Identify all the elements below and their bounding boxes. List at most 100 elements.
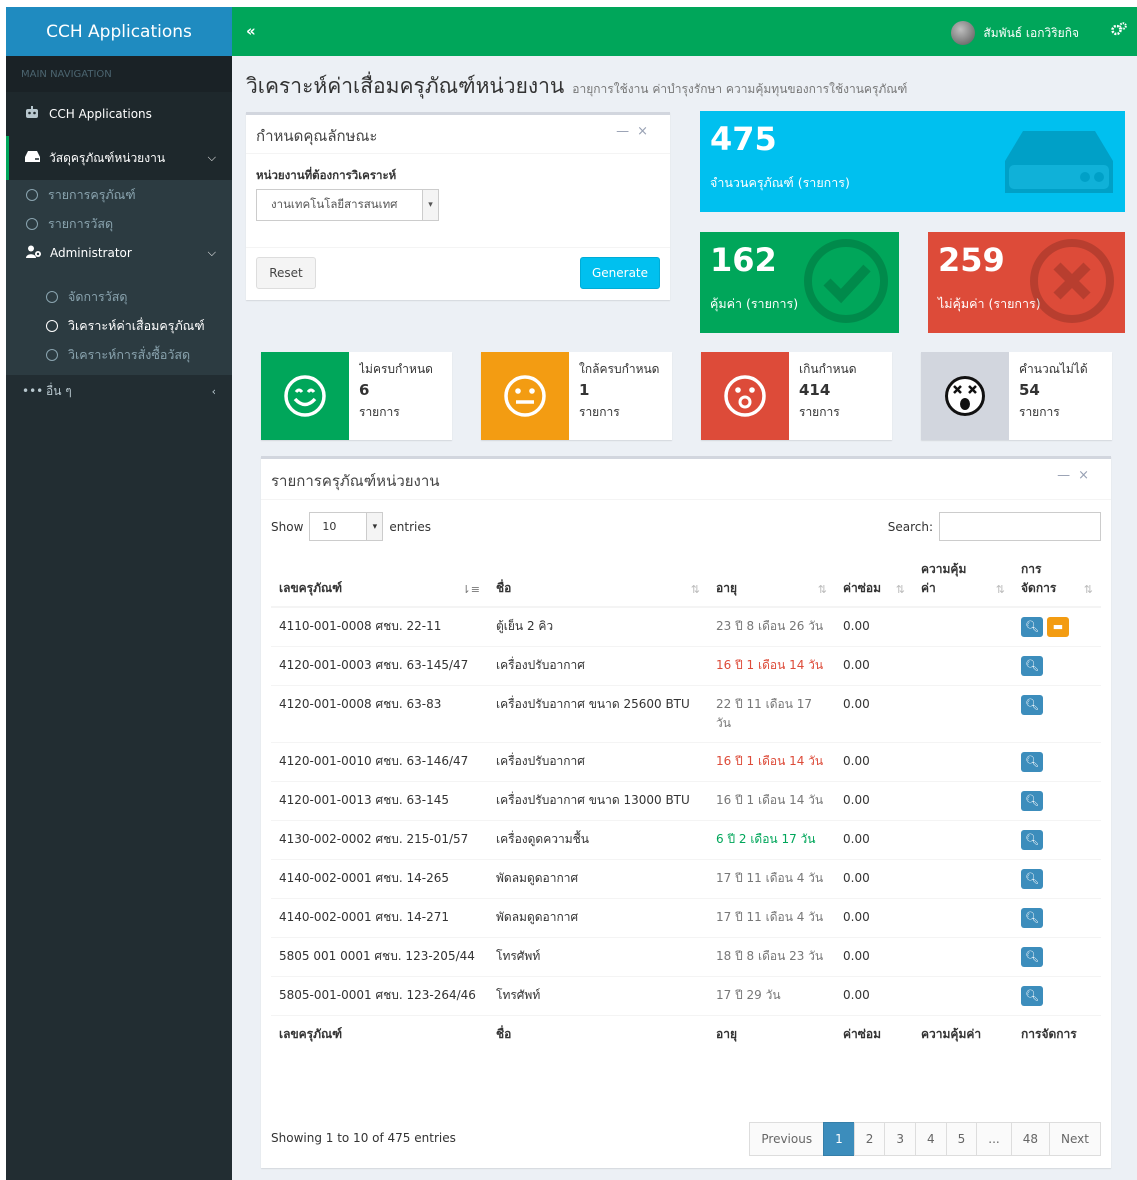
cell-name: เครื่องปรับอากาศ ขนาด 25600 BTU: [488, 685, 708, 743]
column-header-id[interactable]: เลขครุภัณฑ์ ⇂≡: [271, 551, 488, 608]
search-icon[interactable]: 🔍︎: [1021, 947, 1043, 967]
sidebar-toggle-icon[interactable]: «: [246, 22, 256, 40]
search-input[interactable]: [939, 512, 1101, 541]
column-header-label: ความคุ้มค่า: [921, 562, 967, 595]
column-header-label: เลขครุภัณฑ์: [279, 581, 343, 595]
cell-age: 17 ปี 11 เดือน 4 วัน: [708, 859, 835, 899]
cell-worth: [913, 898, 1013, 938]
user-gear-icon: [26, 245, 44, 261]
search-icon[interactable]: 🔍︎: [1021, 752, 1043, 772]
department-label: หน่วยงานที่ต้องการวิเคราะห์: [256, 168, 397, 182]
entries-label: entries: [389, 519, 431, 534]
search-icon[interactable]: 🔍︎: [1021, 986, 1043, 1006]
search-icon[interactable]: 🔍︎: [1021, 617, 1043, 637]
sidebar-item-equipment[interactable]: วัสดุครุภัณฑ์หน่วยงาน ⌵: [6, 136, 232, 180]
cell-name: เครื่องปรับอากาศ: [488, 742, 708, 782]
page-length-value: 10: [322, 520, 337, 533]
cell-age: 16 ปี 1 เดือน 14 วัน: [708, 742, 835, 782]
search-icon[interactable]: 🔍︎: [1021, 791, 1043, 811]
cell-worth: [913, 606, 1013, 647]
sidebar-item-label: วิเคราะห์การสั่งซื้อวัสดุ: [68, 346, 191, 362]
table-row: 4130-002-0002 ศชบ. 215-01/57 เครื่องดูดค…: [271, 820, 1101, 860]
sidebar-item-manage-supplies[interactable]: จัดการวัสดุ: [6, 282, 232, 311]
page-1[interactable]: 1: [823, 1122, 855, 1156]
page-4[interactable]: 4: [915, 1122, 947, 1156]
page-next[interactable]: Next: [1049, 1122, 1101, 1156]
cell-name: เครื่องปรับอากาศ: [488, 646, 708, 686]
robot-icon: [25, 106, 43, 122]
reset-button[interactable]: Reset: [256, 257, 316, 289]
user-menu[interactable]: สัมพันธ์ เอกวิริยกิจ: [951, 21, 1079, 45]
gears-icon[interactable]: [1111, 22, 1127, 40]
sidebar-item-cch[interactable]: CCH Applications: [6, 92, 232, 136]
page-length-select[interactable]: 10 ▾: [309, 512, 384, 541]
cell-id: 4120-001-0008 ศชบ. 63-83: [271, 685, 488, 743]
close-icon[interactable]: ×: [637, 124, 656, 139]
total-equipment-label: จำนวนครุภัณฑ์ (รายการ): [710, 175, 850, 190]
cell-name: โทรศัพท์: [488, 976, 708, 1016]
surprise-icon: [701, 352, 789, 440]
cell-name: พัดลมดูดอากาศ: [488, 898, 708, 938]
info-box-number: 6: [359, 381, 370, 399]
column-header-name[interactable]: ชื่อ ⇅: [488, 551, 708, 608]
sort-icon: ⇅: [817, 583, 827, 596]
sort-asc-icon: ⇂≡: [461, 583, 480, 596]
column-header-repair-cost[interactable]: ค่าซ่อม ⇅: [835, 551, 913, 608]
total-equipment-number: 475: [710, 120, 777, 158]
comment-icon[interactable]: ▬: [1047, 617, 1069, 637]
info-box-overdue: เกินกำหนด 414 รายการ: [701, 352, 892, 440]
cell-cost: 0.00: [835, 820, 913, 860]
collapse-icon[interactable]: —: [1057, 468, 1078, 483]
collapse-icon[interactable]: —: [616, 124, 637, 139]
chevron-down-icon: ▾: [422, 190, 438, 220]
sidebar-item-purchase-analysis[interactable]: วิเคราะห์การสั่งซื้อวัสดุ: [6, 340, 232, 369]
cell-worth: [913, 937, 1013, 977]
cell-worth: [913, 685, 1013, 743]
page-5[interactable]: 5: [945, 1122, 978, 1156]
cell-id: 4130-002-0002 ศชบ. 215-01/57: [271, 820, 488, 860]
info-box-not-due: ไม่ครบกำหนด 6 รายการ: [261, 352, 452, 440]
column-header-label: ค่าซ่อม: [843, 581, 882, 595]
page-previous[interactable]: Previous: [749, 1122, 825, 1156]
footer-header-cost: ค่าซ่อม: [835, 1015, 913, 1053]
sidebar-item-other[interactable]: ••• อื่น ๆ ‹: [6, 375, 232, 407]
cell-age: 23 ปี 8 เดือน 26 วัน: [708, 606, 835, 647]
filter-box: กำหนดคุณลักษณะ —× หน่วยงานที่ต้องการวิเค…: [246, 112, 670, 300]
page-3[interactable]: 3: [884, 1122, 917, 1156]
info-box-unit: รายการ: [1019, 405, 1060, 419]
cell-actions: 🔍︎: [1013, 937, 1101, 977]
cell-worth: [913, 859, 1013, 899]
sidebar-item-equipment-list[interactable]: รายการครุภัณฑ์: [6, 180, 232, 209]
sidebar-item-label: จัดการวัสดุ: [68, 288, 128, 304]
cell-age: 6 ปี 2 เดือน 17 วัน: [708, 820, 835, 860]
cell-cost: 0.00: [835, 685, 913, 743]
user-name: สัมพันธ์ เอกวิริยกิจ: [983, 25, 1079, 40]
close-icon[interactable]: ×: [1078, 468, 1097, 483]
cell-id: 5805 001 0001 ศชบ. 123-205/44: [271, 937, 488, 977]
equipment-table: เลขครุภัณฑ์ ⇂≡ ชื่อ ⇅ อายุ ⇅ ค่าซ่อม ⇅ ความค…: [271, 551, 1101, 1053]
search-icon[interactable]: 🔍︎: [1021, 830, 1043, 850]
meh-icon: [481, 352, 569, 440]
search-icon[interactable]: 🔍︎: [1021, 656, 1043, 676]
sidebar-item-administrator[interactable]: Administrator ⌵: [6, 238, 232, 268]
equipment-table-box: รายการครุภัณฑ์หน่วยงาน —× Show 10 ▾ entr…: [261, 456, 1111, 1168]
sidebar-item-depreciation[interactable]: วิเคราะห์ค่าเสื่อมครุภัณฑ์: [6, 311, 232, 340]
search-icon[interactable]: 🔍︎: [1021, 695, 1043, 715]
footer-header-id: เลขครุภัณฑ์: [271, 1015, 488, 1053]
department-select[interactable]: งานเทคโนโลยีสารสนเทศ ▾: [256, 189, 439, 221]
footer-header-age: อายุ: [708, 1015, 835, 1053]
page-2[interactable]: 2: [853, 1122, 886, 1156]
circle-icon: [46, 319, 58, 332]
table-row: 5805 001 0001 ศชบ. 123-205/44 โทรศัพท์ 1…: [271, 937, 1101, 977]
cell-name: พัดลมดูดอากาศ: [488, 859, 708, 899]
column-header-worth[interactable]: ความคุ้มค่า ⇅: [913, 551, 1013, 608]
generate-button[interactable]: Generate: [580, 257, 660, 289]
search-icon[interactable]: 🔍︎: [1021, 908, 1043, 928]
column-header-actions[interactable]: การจัดการ ⇅: [1013, 551, 1101, 608]
search-icon[interactable]: 🔍︎: [1021, 869, 1043, 889]
column-header-age[interactable]: อายุ ⇅: [708, 551, 835, 608]
page-48[interactable]: 48: [1010, 1122, 1051, 1156]
app-logo[interactable]: CCH Applications: [6, 7, 232, 56]
sidebar-item-supplies-list[interactable]: รายการวัสดุ: [6, 209, 232, 238]
sort-icon: ⇅: [1083, 583, 1093, 596]
